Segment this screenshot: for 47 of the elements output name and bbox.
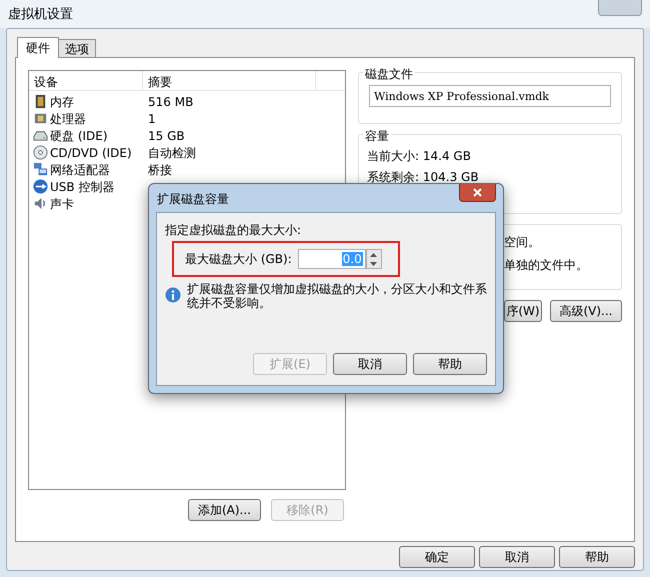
- disc-icon: [33, 145, 48, 160]
- option-text: 单独的文件中。: [504, 257, 589, 274]
- capacity-info: 系统剩余: 104.3 GB: [367, 169, 480, 186]
- device-summary: 516 MB: [147, 94, 194, 110]
- prompt-label: 指定虚拟磁盘的最大大小:: [165, 222, 302, 239]
- memory-chip-icon: [33, 94, 48, 109]
- button[interactable]: 添加(A)...: [188, 499, 261, 521]
- device-name[interactable]: USB 控制器: [50, 178, 114, 196]
- button[interactable]: 帮助: [559, 546, 635, 568]
- window-title: 虚拟机设置: [8, 6, 73, 24]
- file-name-field[interactable]: Windows XP Professional.vmdk: [369, 85, 611, 107]
- monitors-icon: [33, 162, 48, 177]
- info-icon: [165, 287, 181, 303]
- button[interactable]: 确定: [399, 546, 475, 568]
- column-header[interactable]: 设备: [29, 71, 143, 90]
- device-summary: 桥接: [147, 162, 172, 178]
- device-summary: 15 GB: [147, 128, 185, 144]
- button[interactable]: 帮助: [413, 353, 487, 375]
- group-title: 磁盘文件: [363, 65, 415, 83]
- tab[interactable]: 选项: [59, 39, 96, 57]
- chip-icon: [33, 111, 48, 126]
- option-text: 空间。: [504, 234, 541, 251]
- usb-icon: [33, 179, 48, 194]
- close-button[interactable]: [459, 184, 496, 202]
- tab[interactable]: 硬件: [17, 37, 59, 58]
- device-name[interactable]: 声卡: [50, 194, 74, 212]
- device-name[interactable]: 内存: [50, 92, 74, 110]
- capacity-info: 当前大小: 14.4 GB: [367, 148, 472, 165]
- field-label: 最大磁盘大小 (GB):: [185, 251, 292, 268]
- spin-control[interactable]: [366, 249, 382, 269]
- speaker-icon: [33, 196, 48, 211]
- device-summary: 1: [147, 110, 156, 128]
- button[interactable]: 序(W): [504, 300, 542, 322]
- device-name[interactable]: 硬盘 (IDE): [50, 126, 108, 144]
- down-arrow-icon[interactable]: [370, 262, 378, 266]
- up-arrow-icon[interactable]: [370, 252, 378, 256]
- device-name[interactable]: 网络适配器: [50, 160, 110, 178]
- close-icon: [473, 188, 482, 197]
- column-header[interactable]: 摘要: [143, 71, 316, 90]
- button[interactable]: 高级(V)...: [550, 300, 622, 322]
- info-text: 扩展磁盘容量仅增加虚拟磁盘的大小，分区大小和文件系统并不受影响。: [187, 282, 487, 310]
- device-name[interactable]: CD/DVD (IDE): [50, 144, 132, 162]
- button[interactable]: 取消: [479, 546, 555, 568]
- button[interactable]: 取消: [333, 353, 407, 375]
- device-name[interactable]: 处理器: [50, 110, 86, 128]
- device-summary: 自动检测: [147, 144, 196, 162]
- dialog-title: 扩展磁盘容量: [157, 191, 229, 208]
